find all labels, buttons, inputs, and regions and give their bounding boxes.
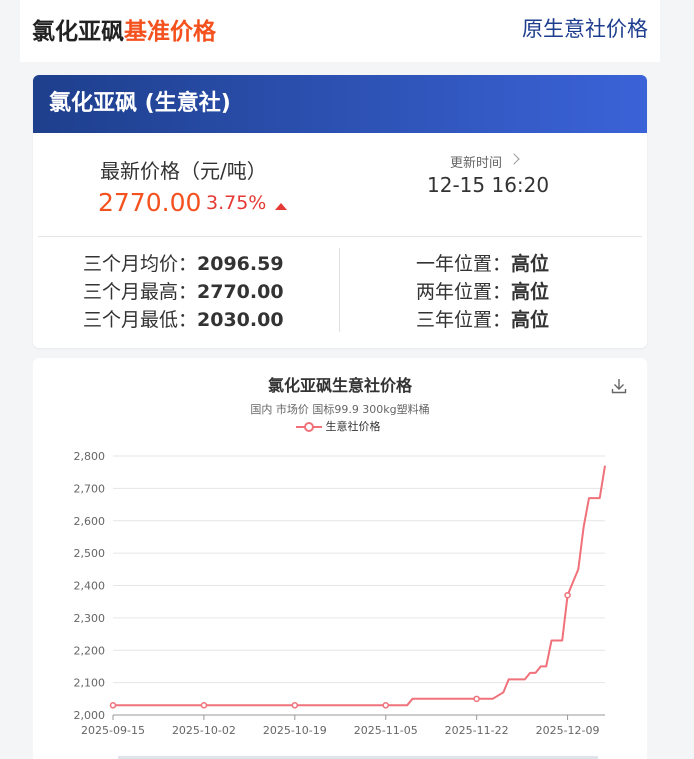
x-tick-label: 2025-12-09 — [536, 724, 600, 737]
stat-value: 2770.00 — [197, 281, 284, 303]
x-tick-label: 2025-11-05 — [354, 724, 418, 737]
update-time-value: 12-15 16:20 — [427, 173, 550, 197]
summary-card-title: 氯化亚砜 (生意社) — [33, 75, 647, 133]
stat-value: 2096.59 — [197, 253, 284, 275]
stat-row-3y: 三年位置：高位 — [416, 306, 549, 334]
data-point — [200, 702, 208, 709]
page-title-main: 氯化亚砜 — [32, 19, 124, 45]
x-tick-label: 2025-09-15 — [81, 724, 145, 737]
data-point — [564, 591, 571, 599]
data-point — [109, 702, 117, 709]
stat-label: 三个月最低： — [83, 309, 198, 331]
data-point — [473, 695, 480, 703]
y-tick-label: 2,400 — [74, 580, 106, 593]
latest-price-value: 2770.00 — [98, 188, 202, 217]
page-title: 氯化亚砜基准价格 — [32, 12, 216, 46]
divider — [38, 236, 642, 237]
y-tick-label: 2,800 — [74, 450, 106, 463]
stat-value: 2030.00 — [197, 309, 284, 331]
divider-vertical — [339, 248, 340, 332]
stat-value: 高位 — [511, 281, 550, 303]
price-change-percent: 3.75% — [206, 192, 267, 214]
y-tick-label: 2,300 — [74, 612, 106, 625]
stat-row-high: 三个月最高：2770.00 — [83, 278, 284, 306]
three-month-stats: 三个月均价：2096.59 三个月最高：2770.00 三个月最低：2030.0… — [83, 250, 284, 334]
update-time-label[interactable]: 更新时间 — [450, 152, 502, 171]
stat-label: 三年位置： — [416, 309, 512, 331]
top-bar: 氯化亚砜基准价格 原生意社价格 — [20, 0, 660, 62]
stat-label: 三个月均价： — [83, 253, 198, 275]
stat-label: 一年位置： — [416, 253, 512, 275]
price-summary-card: 氯化亚砜 (生意社) 最新价格（元/吨） 2770.00 3.75% 更新时间 … — [33, 75, 647, 348]
arrow-up-icon — [275, 203, 287, 210]
y-tick-label: 2,600 — [74, 515, 106, 528]
stat-row-low: 三个月最低：2030.00 — [83, 306, 284, 334]
x-tick-label: 2025-10-02 — [172, 724, 236, 737]
stat-row-avg: 三个月均价：2096.59 — [83, 250, 284, 278]
stat-value: 高位 — [511, 253, 550, 275]
position-stats: 一年位置：高位 两年位置：高位 三年位置：高位 — [416, 250, 549, 334]
page-title-highlight: 基准价格 — [124, 19, 216, 45]
price-chart-card: 氯化亚砜生意社价格 国内 市场价 国标99.9 300kg塑料桶 生意社价格 2… — [33, 358, 647, 759]
x-tick-label: 2025-11-22 — [445, 724, 509, 737]
stat-row-1y: 一年位置：高位 — [416, 250, 549, 278]
stat-row-2y: 两年位置：高位 — [416, 278, 549, 306]
y-tick-label: 2,200 — [74, 644, 106, 657]
data-point — [291, 702, 299, 709]
latest-price-label: 最新价格（元/吨） — [100, 159, 267, 183]
y-tick-label: 2,500 — [74, 547, 106, 560]
x-tick-label: 2025-10-19 — [263, 724, 327, 737]
chevron-right-icon[interactable] — [508, 153, 520, 165]
price-line-chart: 2,000 2,100 2,200 2,300 2,400 2,500 2,600 2,700… — [74, 450, 606, 737]
stat-label: 两年位置： — [416, 281, 512, 303]
y-tick-label: 2,100 — [74, 677, 106, 690]
data-point — [382, 702, 389, 709]
y-tick-label: 2,000 — [74, 709, 106, 722]
y-tick-label: 2,700 — [74, 482, 106, 495]
stat-label: 三个月最高： — [83, 281, 198, 303]
original-price-link[interactable]: 原生意社价格 — [522, 13, 648, 43]
stat-value: 高位 — [511, 309, 550, 331]
